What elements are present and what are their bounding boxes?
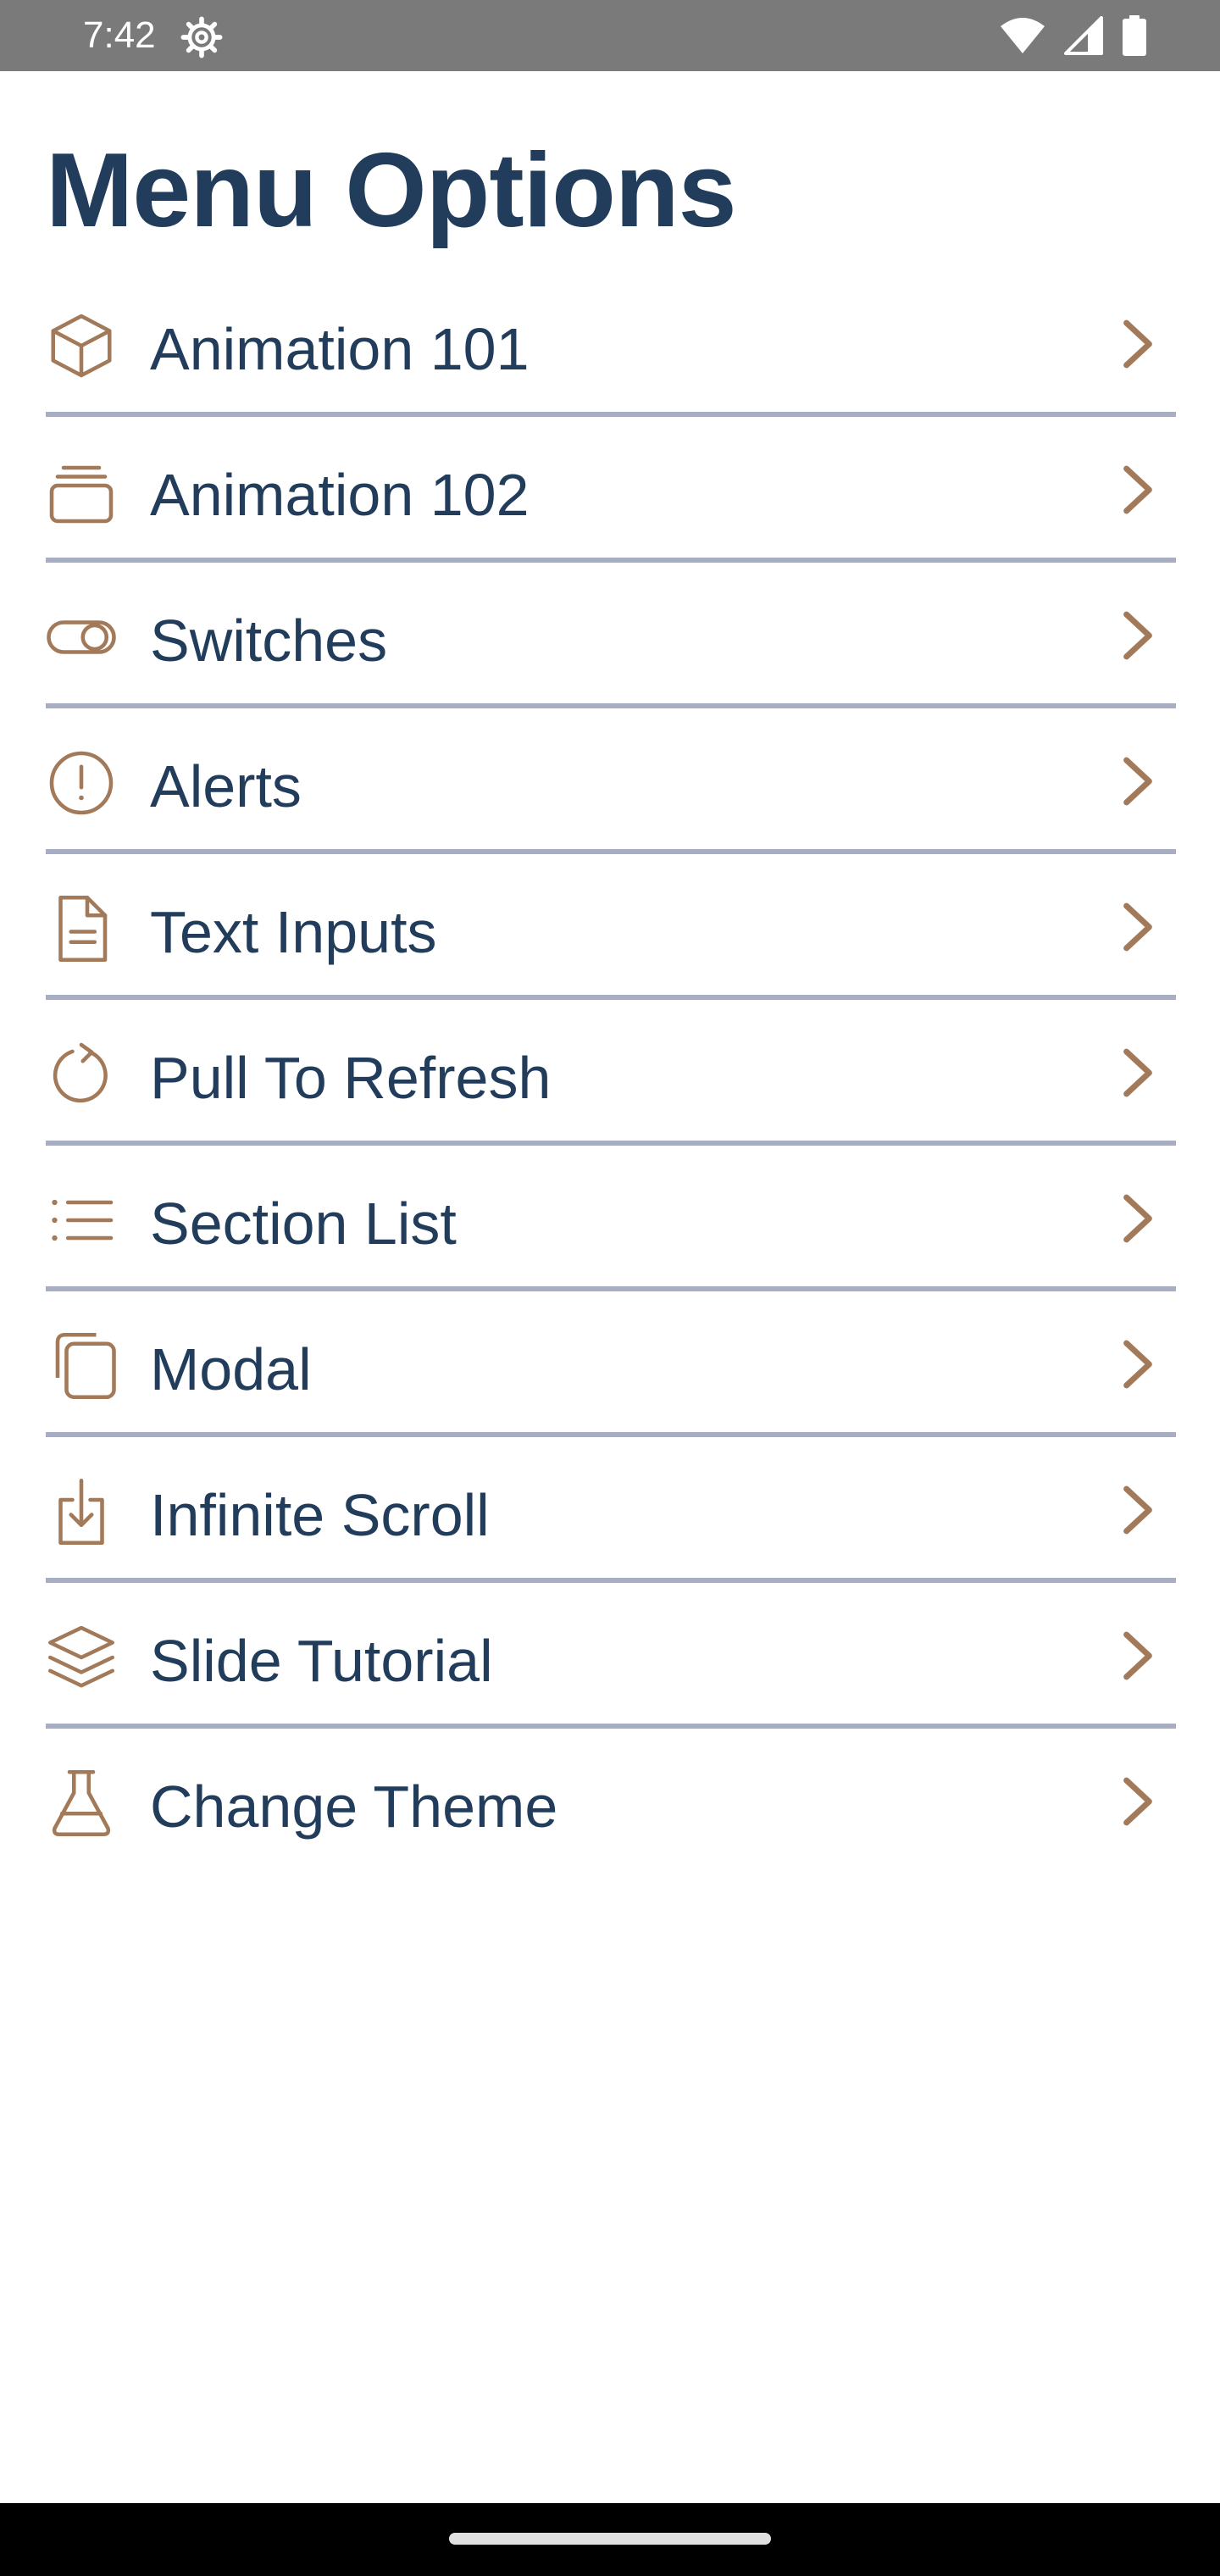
home-indicator[interactable]: [449, 2533, 771, 2545]
menu-item-modal[interactable]: Modal: [46, 1291, 1176, 1437]
chevron-right-icon: [1123, 1194, 1152, 1243]
menu-item-alerts[interactable]: Alerts: [46, 708, 1176, 854]
menu-item-label: Animation 101: [150, 316, 530, 382]
chevron-right-icon: [1123, 1048, 1152, 1097]
menu-item-label: Pull To Refresh: [150, 1045, 552, 1111]
menu-item-animation-101[interactable]: Animation 101: [46, 271, 1176, 417]
menu-item-label: Modal: [150, 1336, 312, 1402]
gear-icon: [180, 16, 223, 58]
menu-item-text-inputs[interactable]: Text Inputs: [46, 854, 1176, 1000]
flask-icon: [52, 1769, 111, 1837]
refresh-icon: [53, 1042, 108, 1103]
chevron-right-icon: [1123, 465, 1152, 514]
wifi-icon: [1001, 18, 1045, 53]
chevron-right-icon: [1123, 757, 1152, 806]
menu-item-animation-102[interactable]: Animation 102: [46, 417, 1176, 563]
copy-icon: [55, 1332, 116, 1400]
menu-item-label: Change Theme: [150, 1774, 558, 1840]
toggle-icon: [47, 620, 116, 654]
status-bar: 7:42: [0, 0, 1220, 71]
chevron-right-icon: [1123, 611, 1152, 660]
chevron-right-icon: [1123, 1340, 1152, 1389]
chevron-right-icon: [1123, 902, 1152, 952]
document-icon: [58, 895, 108, 963]
signal-icon: [1064, 16, 1103, 55]
menu-list: Animation 101 Animation 102 Switches Ale…: [46, 271, 1176, 1869]
page-title: Menu Options: [46, 132, 737, 249]
menu-item-label: Section List: [150, 1191, 457, 1257]
cube-icon: [51, 314, 112, 378]
menu-item-section-list[interactable]: Section List: [46, 1146, 1176, 1291]
list-icon: [52, 1199, 114, 1241]
download-icon: [58, 1478, 104, 1546]
menu-item-label: Alerts: [150, 753, 302, 819]
menu-item-pull-to-refresh[interactable]: Pull To Refresh: [46, 1000, 1176, 1146]
menu-item-label: Slide Tutorial: [150, 1628, 493, 1694]
menu-item-label: Infinite Scroll: [150, 1482, 490, 1548]
menu-item-infinite-scroll[interactable]: Infinite Scroll: [46, 1437, 1176, 1583]
battery-icon: [1123, 15, 1146, 56]
chevron-right-icon: [1123, 1777, 1152, 1826]
chevron-right-icon: [1123, 319, 1152, 369]
chevron-right-icon: [1123, 1485, 1152, 1535]
layers-icon: [47, 1625, 115, 1688]
navigation-bar: [0, 2503, 1220, 2576]
menu-item-label: Text Inputs: [150, 899, 437, 965]
status-time: 7:42: [83, 14, 156, 56]
stack-icon: [49, 465, 114, 524]
alert-circle-icon: [49, 751, 114, 815]
chevron-right-icon: [1123, 1631, 1152, 1680]
menu-item-slide-tutorial[interactable]: Slide Tutorial: [46, 1583, 1176, 1729]
menu-item-switches[interactable]: Switches: [46, 563, 1176, 708]
menu-item-label: Switches: [150, 608, 388, 674]
menu-item-label: Animation 102: [150, 462, 530, 528]
menu-item-change-theme[interactable]: Change Theme: [46, 1729, 1176, 1869]
